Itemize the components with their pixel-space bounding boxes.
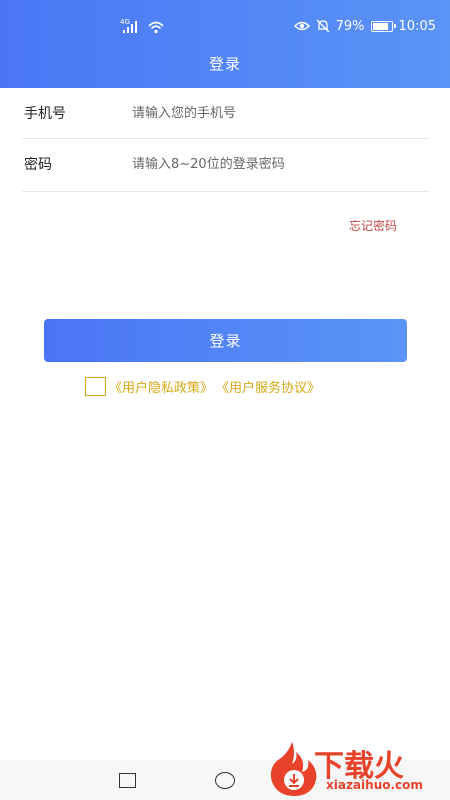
network-label: 4G bbox=[120, 18, 130, 26]
home-icon[interactable] bbox=[215, 772, 235, 789]
service-agreement-link[interactable]: 《用户服务协议》 bbox=[216, 377, 320, 396]
clock: 10:05 bbox=[398, 18, 436, 34]
battery-percent: 79% bbox=[335, 18, 365, 34]
login-button[interactable]: 登录 bbox=[44, 319, 407, 362]
watermark: 下载火 xiazaihuo.com bbox=[262, 738, 447, 796]
page-title: 登录 bbox=[208, 55, 241, 73]
password-label: 密码 bbox=[24, 157, 52, 173]
signal-icon: 4G bbox=[120, 18, 164, 34]
flame-logo-icon bbox=[270, 742, 317, 796]
password-input[interactable] bbox=[132, 149, 422, 179]
password-row: 密码 bbox=[22, 139, 430, 192]
battery-icon bbox=[370, 20, 396, 32]
login-form: 手机号 密码 bbox=[0, 88, 450, 192]
phone-input[interactable] bbox=[132, 98, 422, 128]
agreement-row: 《用户隐私政策》 《用户服务协议》 bbox=[85, 376, 320, 396]
phone-label: 手机号 bbox=[24, 106, 66, 122]
status-right: 79% 10:05 bbox=[293, 17, 436, 35]
forgot-password-link[interactable]: 忘记密码 bbox=[349, 217, 397, 234]
mute-icon bbox=[316, 19, 330, 33]
app-header: 4G 79% 10:05 登录 bbox=[0, 0, 450, 88]
status-bar: 4G 79% 10:05 bbox=[0, 0, 450, 50]
recent-apps-icon[interactable] bbox=[119, 773, 136, 788]
phone-row: 手机号 bbox=[22, 88, 430, 139]
watermark-url: xiazaihuo.com bbox=[326, 778, 423, 792]
agreement-checkbox[interactable] bbox=[85, 376, 106, 396]
privacy-policy-link[interactable]: 《用户隐私政策》 bbox=[109, 377, 213, 396]
eye-icon bbox=[293, 21, 310, 31]
